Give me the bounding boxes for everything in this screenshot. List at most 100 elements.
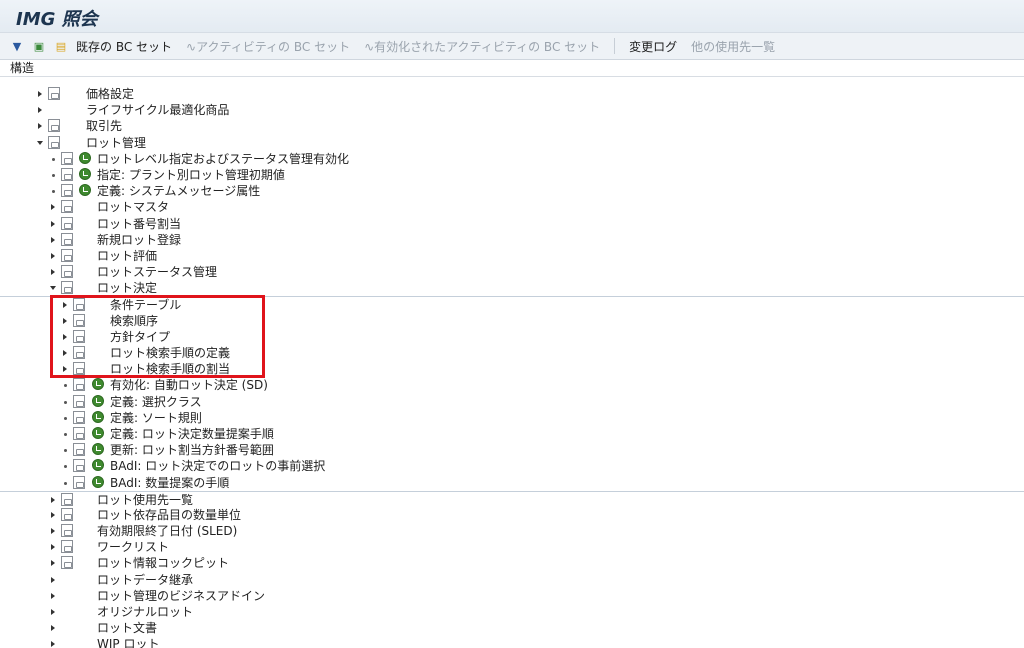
tree-node[interactable]: 定義: ロット決定数量提案手順 — [0, 426, 1024, 442]
change-log-button[interactable]: 変更ログ — [629, 38, 677, 55]
tree-node[interactable]: ロットデータ継承 — [0, 572, 1024, 588]
expand-icon[interactable] — [63, 317, 67, 324]
document-icon[interactable] — [61, 200, 73, 214]
execute-icon[interactable] — [92, 443, 104, 456]
expand-icon[interactable] — [63, 350, 67, 356]
tree-node[interactable]: 有効化: 自動ロット決定 (SD) — [0, 377, 1024, 393]
document-icon[interactable] — [73, 443, 85, 457]
tree-node[interactable]: ロット検索手順の定義 — [0, 345, 1024, 361]
activated-activity-bc-set-button[interactable]: ∿有効化されたアクティビティの BC セット — [364, 38, 600, 55]
document-icon[interactable] — [73, 459, 85, 473]
document-icon[interactable] — [48, 119, 60, 133]
tree-node-pricing[interactable]: 価格設定 — [0, 86, 1024, 102]
expand-icon[interactable] — [51, 204, 55, 211]
tree-node[interactable]: ロットレベル指定およびステータス管理有効化 — [0, 151, 1024, 167]
document-icon[interactable] — [48, 135, 60, 149]
expand-icon[interactable] — [51, 609, 55, 615]
document-icon[interactable] — [61, 184, 73, 198]
where-used-list-button[interactable]: 他の使用先一覧 — [691, 38, 775, 55]
tree-node[interactable]: 更新: ロット割当方針番号範囲 — [0, 442, 1024, 458]
execute-icon[interactable] — [92, 475, 104, 488]
tree-node[interactable]: 方針タイプ — [0, 329, 1024, 345]
document-icon[interactable] — [73, 394, 85, 408]
document-icon[interactable] — [73, 362, 85, 376]
tree-node[interactable]: 検索順序 — [0, 313, 1024, 329]
expand-icon[interactable] — [51, 641, 55, 648]
expand-icon[interactable] — [51, 592, 55, 599]
tree-node[interactable]: ロット使用先一覧 — [0, 490, 1024, 507]
expand-icon[interactable] — [51, 496, 55, 503]
document-icon[interactable] — [61, 556, 73, 570]
document-icon[interactable] — [61, 151, 73, 165]
tree-node[interactable]: ロット管理のビジネスアドイン — [0, 588, 1024, 604]
expand-all-icon[interactable]: ▼ — [10, 39, 24, 53]
note-icon[interactable]: ▤ — [54, 39, 68, 53]
document-icon[interactable] — [61, 248, 73, 262]
tree-node-business-partner[interactable]: 取引先 — [0, 118, 1024, 134]
tree-node[interactable]: ロットステータス管理 — [0, 264, 1024, 280]
document-icon[interactable] — [73, 378, 85, 392]
execute-icon[interactable] — [79, 184, 91, 197]
tree-node[interactable]: 指定: プラント別ロット管理初期値 — [0, 167, 1024, 183]
tree-node-lifecycle[interactable]: ライフサイクル最適化商品 — [0, 102, 1024, 118]
document-icon[interactable] — [61, 265, 73, 279]
activity-bc-set-button[interactable]: ∿アクティビティの BC セット — [186, 38, 350, 55]
tree-node[interactable]: ロット番号割当 — [0, 216, 1024, 232]
document-icon[interactable] — [61, 524, 73, 538]
tree-node[interactable]: ロット文書 — [0, 620, 1024, 636]
document-icon[interactable] — [61, 281, 73, 295]
tree-node[interactable]: ロットマスタ — [0, 199, 1024, 215]
expand-icon[interactable] — [51, 625, 55, 632]
expand-icon[interactable] — [63, 302, 67, 309]
execute-icon[interactable] — [92, 459, 104, 472]
execute-icon[interactable] — [79, 151, 91, 164]
tree-node[interactable]: ロット依存品目の数量単位 — [0, 507, 1024, 523]
tree-node[interactable]: 定義: ソート規則 — [0, 410, 1024, 426]
execute-icon[interactable] — [79, 167, 91, 180]
expand-icon[interactable] — [63, 333, 67, 340]
execute-icon[interactable] — [92, 426, 104, 439]
tree-node[interactable]: 定義: システムメッセージ属性 — [0, 183, 1024, 199]
document-icon[interactable] — [73, 475, 85, 489]
expand-icon[interactable] — [51, 560, 55, 567]
expand-icon[interactable] — [51, 220, 55, 227]
existing-bc-set-button[interactable]: 既存の BC セット — [76, 38, 172, 55]
document-icon[interactable] — [61, 507, 73, 521]
document-icon[interactable] — [61, 492, 73, 506]
expand-icon[interactable] — [51, 576, 55, 583]
tree-node[interactable]: 条件テーブル — [0, 296, 1024, 312]
document-icon[interactable]: ▣ — [32, 39, 46, 53]
document-icon[interactable] — [73, 426, 85, 440]
expand-icon[interactable] — [51, 511, 55, 518]
document-icon[interactable] — [73, 298, 85, 312]
document-icon[interactable] — [61, 540, 73, 554]
tree-node[interactable]: オリジナルロット — [0, 604, 1024, 620]
expand-icon[interactable] — [51, 236, 55, 243]
document-icon[interactable] — [73, 410, 85, 424]
expand-icon[interactable] — [38, 107, 42, 114]
document-icon[interactable] — [61, 232, 73, 246]
expand-icon[interactable] — [51, 269, 55, 276]
document-icon[interactable] — [61, 167, 73, 181]
collapse-icon[interactable] — [50, 286, 56, 291]
expand-icon[interactable] — [63, 366, 67, 373]
document-icon[interactable] — [73, 329, 85, 343]
tree-node[interactable]: ロット情報コックピット — [0, 555, 1024, 571]
expand-icon[interactable] — [51, 528, 55, 535]
document-icon[interactable] — [73, 313, 85, 327]
collapse-icon[interactable] — [37, 140, 43, 145]
tree-node-batch-determination[interactable]: ロット決定 — [0, 280, 1024, 296]
tree-node[interactable]: BAdI: ロット決定でのロットの事前選択 — [0, 458, 1024, 474]
expand-icon[interactable] — [38, 91, 42, 97]
tree-node[interactable]: 定義: 選択クラス — [0, 394, 1024, 410]
execute-icon[interactable] — [92, 410, 104, 423]
tree-node-batch-management[interactable]: ロット管理 — [0, 135, 1024, 151]
tree-node[interactable]: ワークリスト — [0, 539, 1024, 555]
expand-icon[interactable] — [51, 252, 55, 259]
document-icon[interactable] — [61, 216, 73, 230]
tree-node[interactable]: BAdI: 数量提案の手順 — [0, 475, 1024, 491]
tree-node[interactable]: ロット検索手順の割当 — [0, 361, 1024, 377]
document-icon[interactable] — [48, 87, 60, 100]
tree-node[interactable]: ロット評価 — [0, 248, 1024, 264]
tree-node[interactable]: WIP ロット — [0, 636, 1024, 648]
